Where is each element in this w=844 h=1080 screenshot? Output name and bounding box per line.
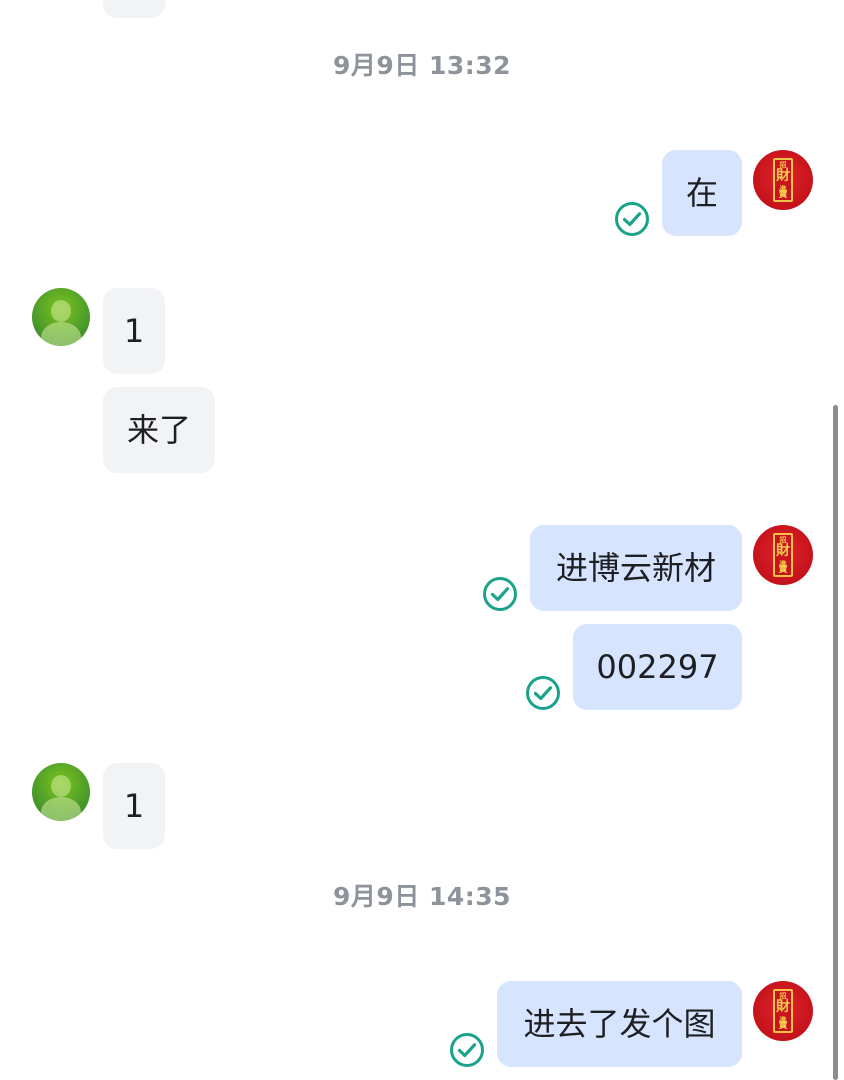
self-avatar[interactable]: 招 財 進 寶 bbox=[753, 981, 813, 1041]
zhao-cai-jin-bao-logo: 招 財 進 寶 bbox=[773, 158, 793, 202]
read-check-icon bbox=[483, 577, 517, 611]
zhao-cai-jin-bao-logo: 招 財 進 寶 bbox=[773, 533, 793, 577]
timestamp: 9月9日 14:35 bbox=[332, 882, 512, 911]
message-bubble-outgoing[interactable]: 在 bbox=[662, 150, 742, 236]
read-check-icon bbox=[450, 1033, 484, 1067]
person-placeholder-icon bbox=[51, 300, 71, 322]
read-check-icon bbox=[615, 202, 649, 236]
contact-avatar[interactable] bbox=[32, 763, 90, 821]
scrollbar[interactable] bbox=[833, 405, 838, 1080]
timestamp: 9月9日 13:32 bbox=[332, 51, 512, 80]
contact-avatar[interactable] bbox=[32, 288, 90, 346]
self-avatar[interactable]: 招 財 進 寶 bbox=[753, 525, 813, 585]
message-bubble-partial[interactable] bbox=[103, 0, 165, 18]
message-bubble-outgoing[interactable]: 进去了发个图 bbox=[497, 981, 742, 1067]
message-bubble-incoming[interactable]: 1 bbox=[103, 763, 165, 849]
message-bubble-incoming[interactable]: 来了 bbox=[103, 387, 215, 473]
zhao-cai-jin-bao-logo: 招 財 進 寶 bbox=[773, 989, 793, 1033]
message-bubble-outgoing[interactable]: 进博云新材 bbox=[530, 525, 742, 611]
read-check-icon bbox=[526, 676, 560, 710]
person-placeholder-icon bbox=[51, 775, 71, 797]
message-bubble-outgoing[interactable]: 002297 bbox=[573, 624, 742, 710]
self-avatar[interactable]: 招 財 進 寶 bbox=[753, 150, 813, 210]
message-bubble-incoming[interactable]: 1 bbox=[103, 288, 165, 374]
